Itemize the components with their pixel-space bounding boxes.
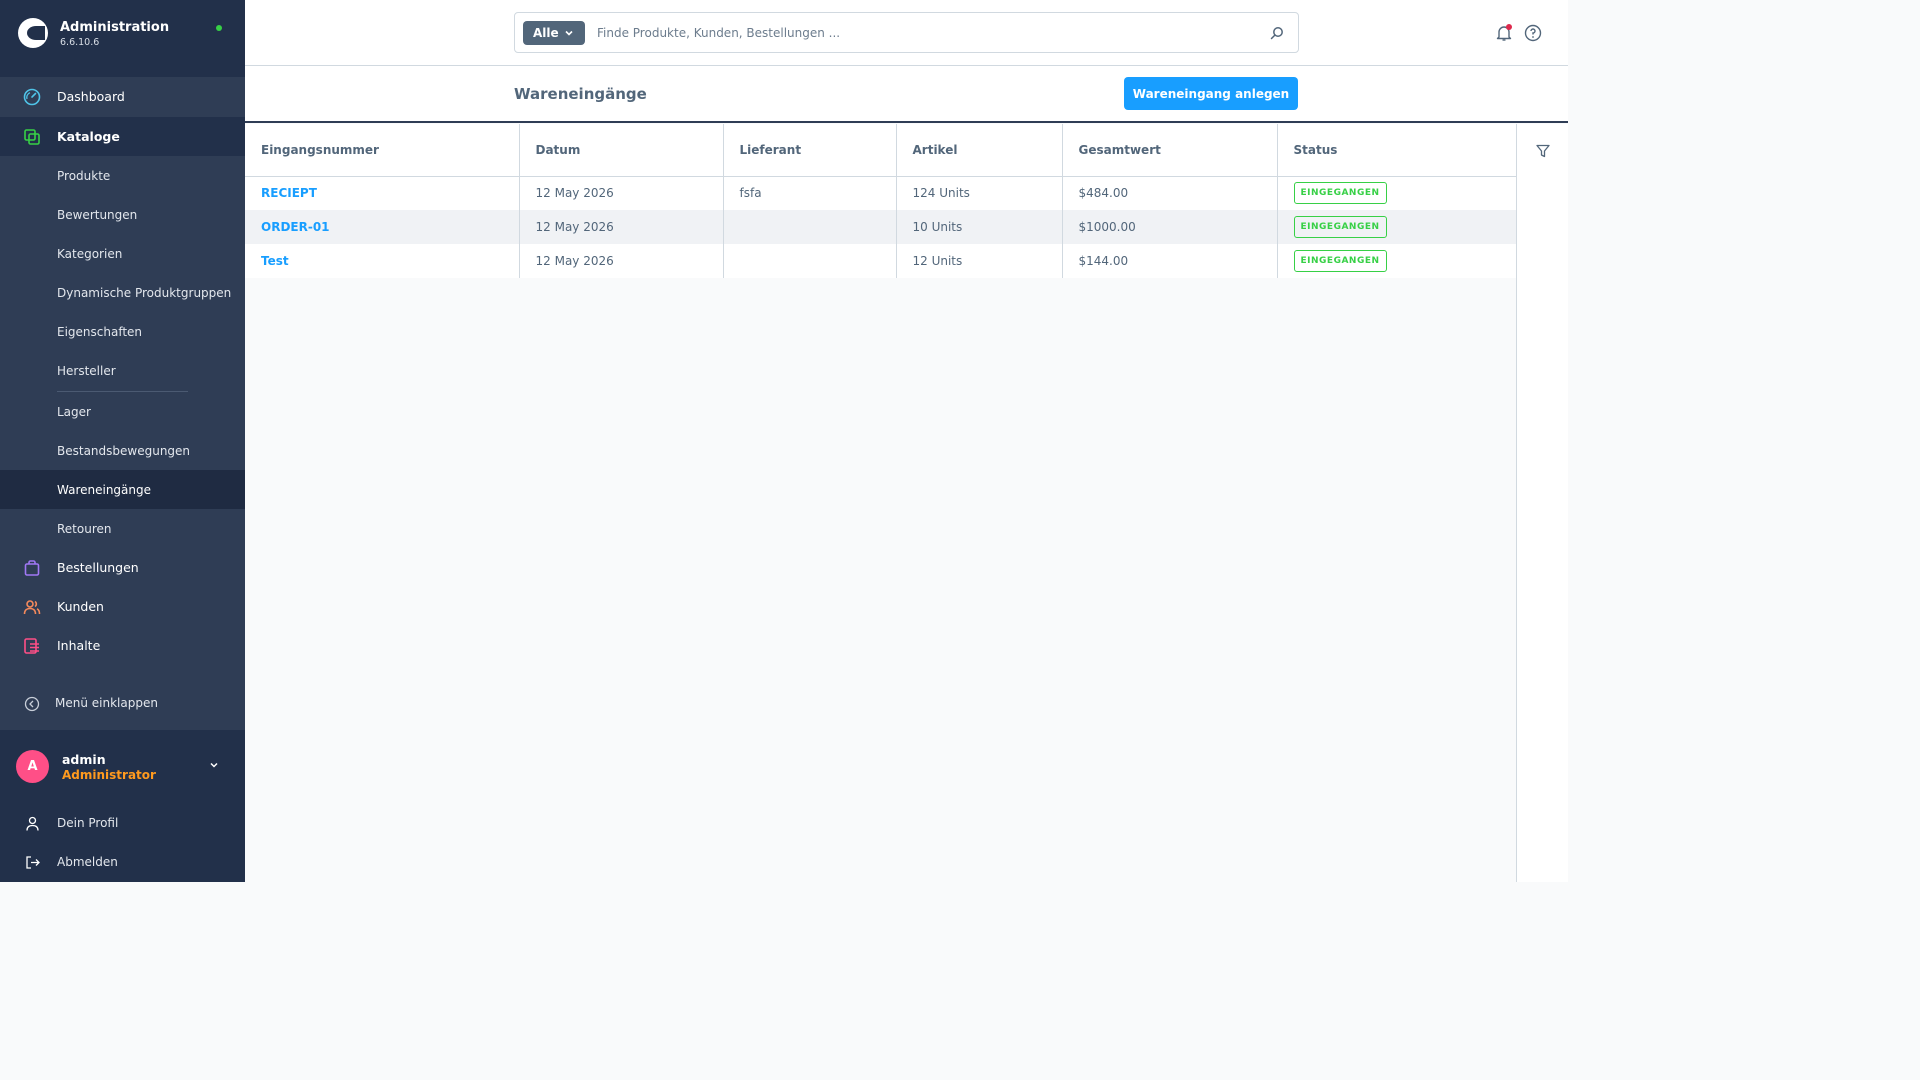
chevron-left-circle-icon	[24, 696, 40, 712]
receipt-number-link[interactable]: RECIEPT	[261, 186, 317, 200]
table-row[interactable]: ORDER-01 12 May 2026 10 Units $1000.00 E…	[245, 210, 1516, 244]
nav-inhalte[interactable]: Inhalte	[0, 626, 245, 665]
supplier-cell	[723, 210, 897, 244]
nav-sub-label: Dynamische Produktgruppen	[57, 285, 232, 300]
profile-label: Dein Profil	[57, 816, 119, 830]
date-cell: 12 May 2026	[519, 176, 724, 210]
nav-kunden[interactable]: Kunden	[0, 587, 245, 626]
top-bar: Alle	[245, 0, 1568, 66]
shopping-bag-icon	[24, 560, 40, 576]
notification-dot-icon	[1506, 24, 1512, 30]
logout-icon	[26, 856, 40, 869]
user-icon	[26, 816, 39, 831]
nav-kunden-label: Kunden	[57, 599, 104, 614]
nav-sub-label: Hersteller	[57, 363, 116, 378]
total-cell: $1000.00	[1062, 210, 1278, 244]
nav-sub-label: Wareneingänge	[57, 482, 152, 497]
page-title: Wareneingänge	[514, 85, 647, 103]
collapse-menu-label: Menü einklappen	[55, 696, 158, 710]
user-name: admin	[62, 752, 106, 767]
column-header-supplier[interactable]: Lieferant	[723, 124, 897, 177]
date-cell: 12 May 2026	[519, 210, 724, 244]
nav-sub-bewertungen[interactable]: Bewertungen	[0, 195, 245, 234]
nav-sub-label: Kategorien	[57, 246, 123, 261]
profile-link[interactable]: Dein Profil	[0, 804, 245, 843]
status-dot-icon	[216, 25, 222, 31]
content-header: Wareneingänge Wareneingang anlegen	[245, 66, 1568, 123]
nav-sub-lager[interactable]: Lager	[0, 392, 245, 431]
goods-receipt-table: Eingangsnummer Datum Lieferant Artikel G…	[245, 124, 1516, 278]
column-header-items[interactable]: Artikel	[896, 124, 1063, 177]
column-header-number[interactable]: Eingangsnummer	[245, 124, 520, 177]
receipt-number-link[interactable]: Test	[261, 254, 289, 268]
logout-label: Abmelden	[57, 855, 118, 869]
supplier-cell	[723, 244, 897, 278]
items-cell: 12 Units	[896, 244, 1063, 278]
logout-link[interactable]: Abmelden	[0, 843, 245, 882]
shopware-logo-icon[interactable]	[18, 18, 48, 48]
search-type-label: Alle	[533, 26, 559, 40]
nav-sub-produkte[interactable]: Produkte	[0, 156, 245, 195]
status-badge: EINGEGANGEN	[1293, 216, 1387, 238]
user-menu[interactable]: A admin Administrator	[0, 730, 245, 804]
avatar: A	[16, 750, 49, 783]
nav-sub-label: Bestandsbewegungen	[57, 443, 191, 458]
sidebar: Administration 6.6.10.6 Dashboard Katalo…	[0, 0, 245, 882]
items-cell: 124 Units	[896, 176, 1063, 210]
content-icon	[24, 638, 39, 654]
nav-dashboard-label: Dashboard	[57, 89, 125, 104]
nav-sub-hersteller[interactable]: Hersteller	[0, 351, 245, 390]
nav-bestellungen[interactable]: Bestellungen	[0, 548, 245, 587]
status-badge: EINGEGANGEN	[1293, 250, 1387, 272]
chevron-down-icon	[565, 30, 573, 36]
total-cell: $144.00	[1062, 244, 1278, 278]
data-grid: Eingangsnummer Datum Lieferant Artikel G…	[245, 124, 1516, 882]
total-cell: $484.00	[1062, 176, 1278, 210]
search-type-select[interactable]: Alle	[523, 21, 585, 45]
nav-kataloge-label: Kataloge	[57, 129, 120, 144]
nav-sub-label: Eigenschaften	[57, 324, 143, 339]
nav-sub-label: Produkte	[57, 168, 111, 183]
status-badge: EINGEGANGEN	[1293, 182, 1387, 205]
nav-sub-kategorien[interactable]: Kategorien	[0, 234, 245, 273]
nav-dashboard[interactable]: Dashboard	[0, 77, 245, 116]
brand-version: 6.6.10.6	[60, 37, 100, 48]
filter-icon[interactable]	[1535, 143, 1551, 159]
receipt-number-link[interactable]: ORDER-01	[261, 220, 330, 234]
nav-kataloge[interactable]: Kataloge	[0, 117, 245, 156]
collapse-menu-button[interactable]: Menü einklappen	[0, 684, 245, 724]
filter-sidebar	[1516, 124, 1568, 882]
chevron-down-icon[interactable]	[207, 758, 221, 772]
user-role: Administrator	[62, 768, 156, 782]
table-row[interactable]: Test 12 May 2026 12 Units $144.00 EINGEG…	[245, 244, 1516, 278]
dashboard-icon	[23, 88, 41, 106]
nav-bestellungen-label: Bestellungen	[57, 560, 139, 575]
search-icon[interactable]	[1269, 25, 1285, 41]
column-header-status[interactable]: Status	[1277, 124, 1516, 177]
table-header-row: Eingangsnummer Datum Lieferant Artikel G…	[245, 124, 1516, 177]
nav-sub-bestandsbewegungen[interactable]: Bestandsbewegungen	[0, 431, 245, 470]
search-input[interactable]	[597, 23, 1237, 43]
brand-title: Administration	[60, 20, 170, 35]
brand-header: Administration 6.6.10.6	[0, 0, 245, 77]
nav-inhalte-label: Inhalte	[57, 638, 101, 653]
nav-sub-dynamische-produktgruppen[interactable]: Dynamische Produktgruppen	[0, 273, 245, 312]
nav-sub-wareneingaenge[interactable]: Wareneingänge	[0, 470, 245, 509]
help-icon[interactable]	[1524, 24, 1542, 42]
create-goods-receipt-button[interactable]: Wareneingang anlegen	[1124, 77, 1298, 110]
date-cell: 12 May 2026	[519, 244, 724, 278]
catalog-icon	[24, 129, 40, 145]
nav-sub-label: Retouren	[57, 521, 112, 536]
nav-sub-eigenschaften[interactable]: Eigenschaften	[0, 312, 245, 351]
supplier-cell: fsfa	[723, 176, 897, 210]
nav-sub-label: Bewertungen	[57, 207, 138, 222]
table-row[interactable]: RECIEPT 12 May 2026 fsfa 124 Units $484.…	[245, 176, 1516, 210]
column-header-date[interactable]: Datum	[519, 124, 724, 177]
global-search: Alle	[514, 12, 1299, 53]
nav-sub-label: Lager	[57, 404, 91, 419]
users-icon	[23, 600, 41, 615]
column-header-total[interactable]: Gesamtwert	[1062, 124, 1278, 177]
items-cell: 10 Units	[896, 210, 1063, 244]
nav-sub-retouren[interactable]: Retouren	[0, 509, 245, 548]
